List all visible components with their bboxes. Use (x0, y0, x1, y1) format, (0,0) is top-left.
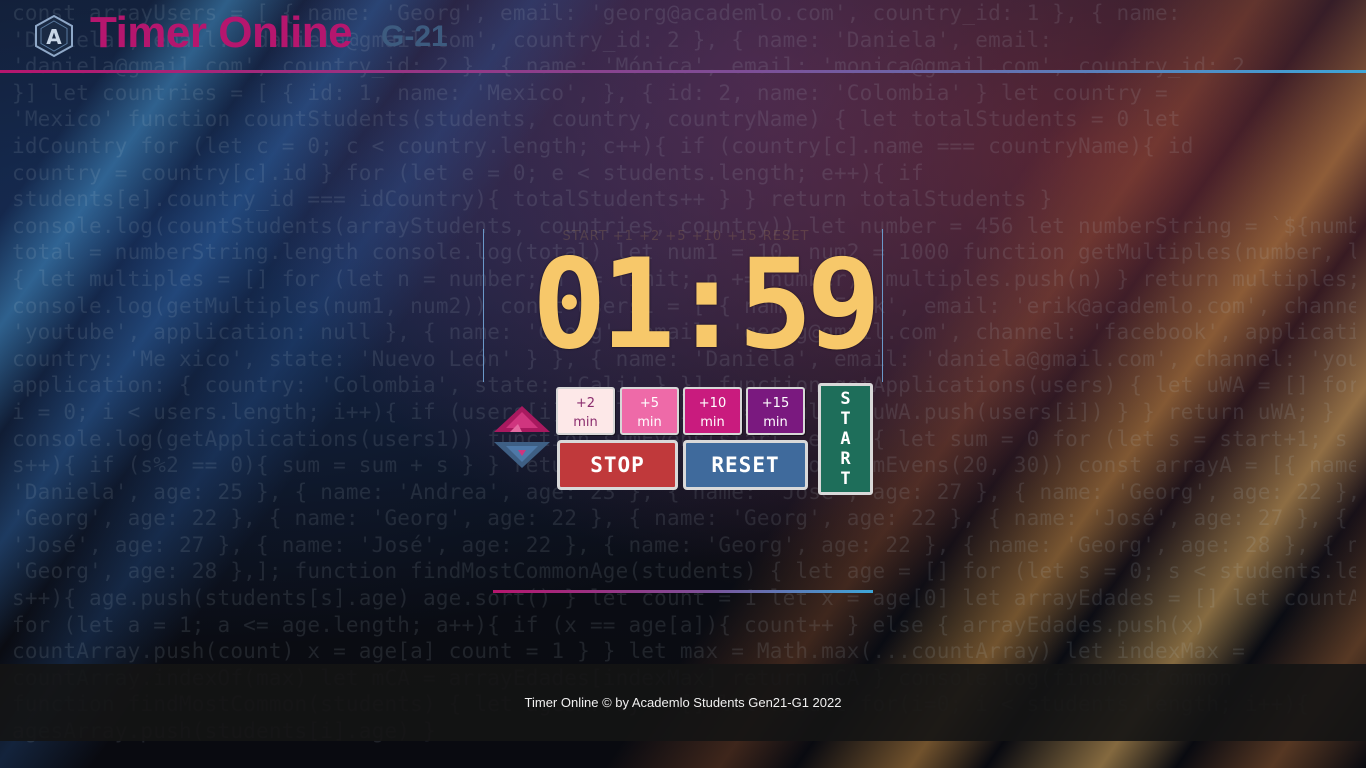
add-5-unit: min (637, 415, 662, 430)
add-10-min-button[interactable]: +10 min (683, 387, 742, 435)
background-code-line: for (let a = 1; a <= age.length; a++){ i… (12, 612, 1207, 637)
add-2-min-button[interactable]: +2 min (556, 387, 615, 435)
arrows-icon (494, 406, 550, 468)
add-5-value: +5 (639, 396, 660, 411)
background-code-line: 'Georg', age: 22 }, { name: 'Georg', age… (12, 506, 1356, 531)
header: A Timer Online G-21 (0, 0, 1366, 74)
add-10-unit: min (700, 415, 725, 430)
brand-subtitle: G-21 (381, 20, 448, 53)
background-code-line: 'José', age: 27 }, { name: 'José', age: … (12, 532, 1356, 557)
start-letter: R (840, 449, 851, 469)
timer-digits: 01:59 (532, 233, 881, 377)
start-letter: T (840, 469, 851, 489)
stop-button[interactable]: STOP (557, 440, 678, 490)
add-2-value: +2 (575, 396, 596, 411)
header-divider (0, 70, 1366, 73)
footer-copyright: Timer Online © by Academlo Students Gen2… (524, 695, 842, 710)
background-code: const arrayUsers = [ { name: 'Georg', em… (12, 0, 1356, 768)
footer: Timer Online © by Academlo Students Gen2… (0, 664, 1366, 741)
background-code-line: students[e].country_id === idCountry){ t… (12, 187, 1053, 212)
start-button[interactable]: S T A R T (818, 383, 873, 495)
background-code-line: 'Georg', age: 28 },]; function findMostC… (12, 559, 1356, 584)
add-5-min-button[interactable]: +5 min (620, 387, 679, 435)
start-letter: S (840, 389, 851, 409)
start-letter: A (840, 429, 851, 449)
brand-title: Timer Online (90, 8, 353, 57)
start-letter: T (840, 409, 851, 429)
add-15-min-button[interactable]: +15 min (746, 387, 805, 435)
add-10-value: +10 (698, 396, 727, 411)
background-code-line: countArray.push(count) x = age[a] count … (12, 639, 1245, 664)
add-15-value: +15 (761, 396, 790, 411)
background-code-line: 'Mexico' function countStudents(students… (12, 107, 1181, 132)
reset-button[interactable]: RESET (683, 440, 808, 490)
logo-letter: A (46, 25, 62, 49)
section-divider (493, 590, 873, 593)
background-code-line: }] let countries = [ { id: 1, name: 'Mex… (12, 80, 1168, 105)
add-15-unit: min (763, 415, 788, 430)
background-code-line: country = country[c].id } for (let e = 0… (12, 160, 924, 185)
background-code-line: idCountry for (let c = 0; c < country.le… (12, 133, 1194, 158)
add-2-unit: min (573, 415, 598, 430)
academlo-logo-icon: A (35, 14, 73, 58)
timer-display-panel: START +1 +2 +5 +10 +15 RESET 01:59 (483, 229, 883, 382)
